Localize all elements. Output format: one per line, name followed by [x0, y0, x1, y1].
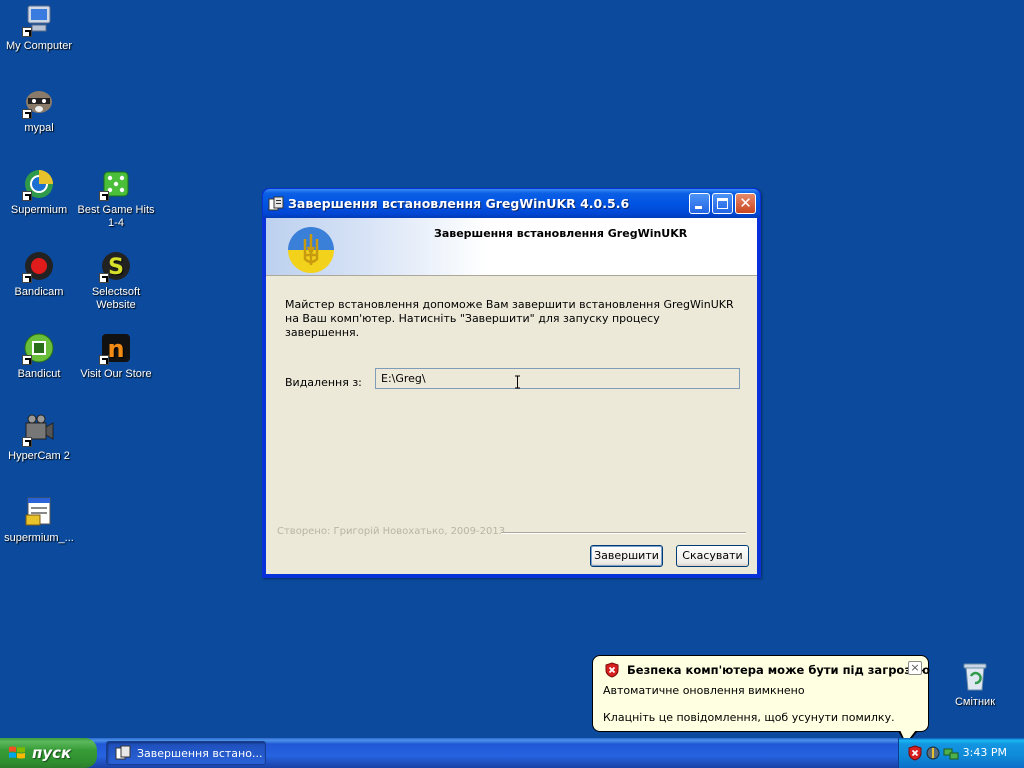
desktop-icon-my-computer[interactable]: My Computer [0, 3, 78, 53]
balloon-close-button[interactable]: × [908, 661, 922, 675]
security-shield-icon [605, 662, 619, 678]
clock[interactable]: 3:43 PM [963, 746, 1007, 759]
taskbar-item-installer[interactable]: Завершення встано... [106, 741, 266, 765]
ukraine-emblem-icon [288, 227, 334, 273]
desktop-icon-best-game-hits[interactable]: Best Game Hits 1-4 [77, 167, 155, 230]
installer-app-icon [268, 196, 284, 210]
desktop-icon-label: Bandicam [14, 286, 64, 298]
mypal-icon [22, 85, 56, 119]
desktop-icon-label: Selectsoft Website [91, 286, 141, 311]
installer-app-icon [115, 745, 131, 760]
security-alert-icon[interactable] [907, 745, 923, 761]
start-label: пуск [32, 744, 72, 762]
cancel-button[interactable]: Скасувати [676, 545, 749, 567]
my-computer-icon [22, 3, 56, 37]
dialog-title: Завершення встановлення GregWinUKR 4.0.5… [288, 196, 630, 211]
taskbar: пуск Завершення встано... 3:43 PM [0, 738, 1024, 768]
dialog-client-area: Завершення встановлення GregWinUKR Майст… [266, 218, 757, 574]
close-icon: ✕ [739, 194, 752, 212]
desktop-icon-label: Visit Our Store [80, 368, 152, 380]
bandicam-icon [22, 249, 56, 283]
finish-button[interactable]: Завершити [590, 545, 663, 567]
recycle-bin-icon [958, 659, 992, 693]
network-icon[interactable] [943, 745, 959, 761]
shield-icon[interactable] [925, 745, 941, 761]
removal-path-field[interactable]: E:\Greg\ [375, 368, 740, 389]
bandicut-icon [22, 331, 56, 365]
best-game-hits-icon [99, 167, 133, 201]
removal-path-label: Видалення з: [285, 376, 362, 389]
selectsoft-icon: S [99, 249, 133, 283]
windows-flag-icon [9, 746, 25, 759]
desktop-icon-installer[interactable]: supermium_... [0, 495, 78, 545]
start-button[interactable]: пуск [0, 738, 97, 768]
desktop-icon-supermium[interactable]: Supermium [0, 167, 78, 217]
security-balloon[interactable]: Безпека комп'ютера може бути під загрозо… [592, 655, 931, 732]
desktop-icon-label: Bandicut [17, 368, 61, 380]
installer-dialog: Завершення встановлення GregWinUKR 4.0.5… [262, 188, 761, 578]
system-tray: 3:43 PM [898, 738, 1024, 768]
installer-icon [22, 495, 56, 529]
desktop-icon-visit-store[interactable]: n Visit Our Store [77, 331, 155, 381]
desktop-icon-hypercam[interactable]: HyperCam 2 [0, 413, 78, 463]
minimize-icon [695, 206, 702, 209]
desktop-icon-selectsoft[interactable]: S Selectsoft Website [77, 249, 155, 312]
desktop-icon-label: My Computer [5, 40, 73, 52]
desktop-icon-bandicut[interactable]: Bandicut [0, 331, 78, 381]
desktop-icon-bandicam[interactable]: Bandicam [0, 249, 78, 299]
desktop-icon-label: Смітник [954, 696, 996, 708]
dialog-banner: Завершення встановлення GregWinUKR [266, 218, 757, 276]
dialog-heading: Завершення встановлення GregWinUKR [434, 227, 688, 240]
balloon-action-text[interactable]: Клацніть це повідомлення, щоб усунути по… [603, 711, 895, 724]
desktop-icon-mypal[interactable]: mypal [0, 85, 78, 135]
desktop-icon-label: supermium_... [4, 532, 74, 544]
svg-text:S: S [108, 255, 124, 280]
hypercam-icon [22, 413, 56, 447]
text-cursor-icon [515, 375, 520, 389]
maximize-button[interactable] [712, 193, 733, 214]
desktop-icon-label: mypal [24, 122, 54, 134]
svg-text:n: n [107, 335, 124, 363]
dialog-titlebar[interactable]: Завершення встановлення GregWinUKR 4.0.5… [263, 189, 760, 218]
supermium-icon [22, 167, 56, 201]
desktop-icon-label: Supermium [10, 204, 68, 216]
maximize-icon [717, 198, 728, 209]
dialog-description: Майстер встановлення допоможе Вам заверш… [285, 298, 734, 339]
minimize-button[interactable] [689, 193, 710, 214]
desktop-icon-recycle-bin[interactable]: Смітник [936, 659, 1014, 709]
separator [501, 532, 746, 534]
desktop-icon-label: Best Game Hits 1-4 [77, 204, 155, 229]
balloon-title: Безпека комп'ютера може бути під загрозо… [627, 663, 931, 677]
close-button[interactable]: ✕ [735, 193, 756, 214]
author-credit: Створено: Григорій Новохатько, 2009-2013 [277, 526, 506, 537]
desktop-icon-label: HyperCam 2 [8, 450, 70, 462]
visit-store-icon: n [99, 331, 133, 365]
taskbar-item-label: Завершення встано... [137, 746, 263, 760]
balloon-message: Автоматичне оновлення вимкнено [603, 684, 805, 697]
